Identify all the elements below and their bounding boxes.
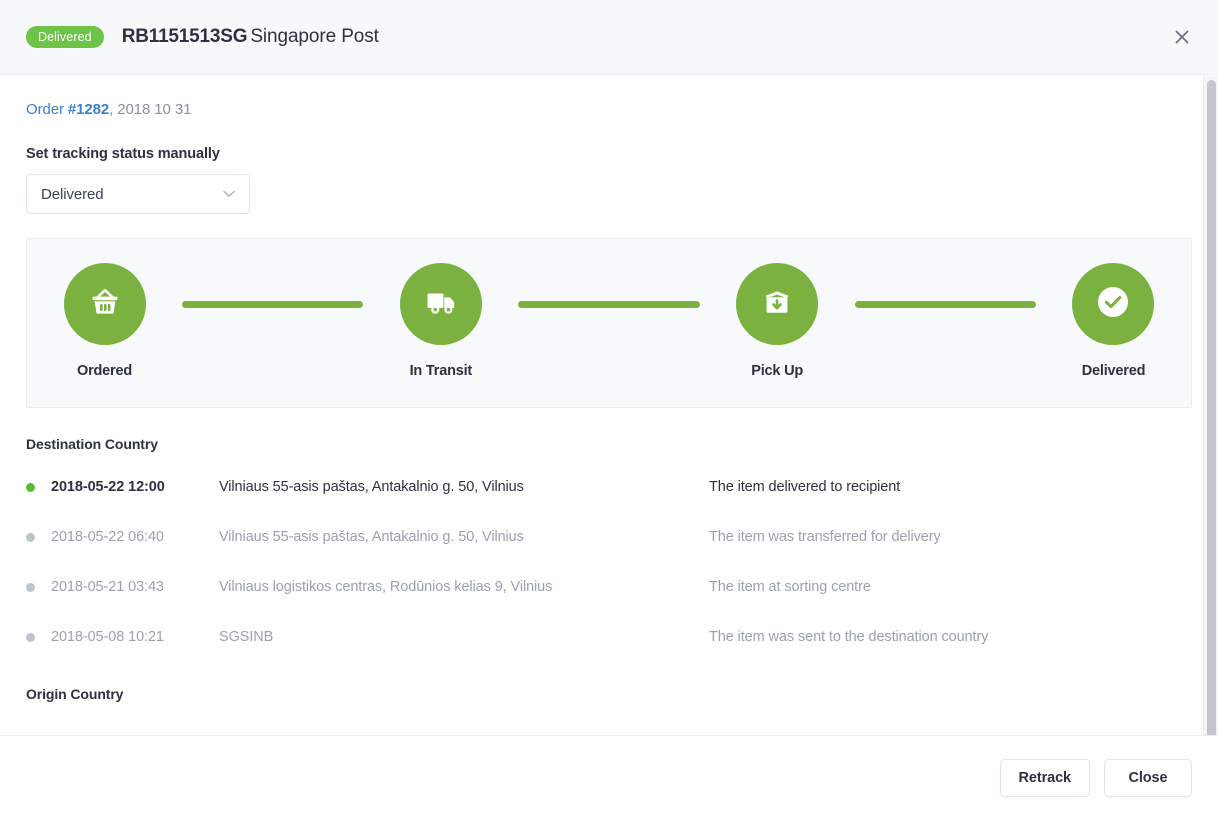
tracking-number: RB1151513SG (121, 26, 248, 47)
event-place: SGSINB (219, 629, 274, 645)
progress-step-delivered: Delivered (1036, 263, 1191, 379)
tracking-status-value: Delivered (41, 185, 104, 203)
progress-connector-2 (518, 301, 700, 308)
event-description: The item delivered to recipient (709, 479, 901, 495)
destination-events-list: 2018-05-22 12:00 Vilniaus 55-asis paštas… (26, 462, 1192, 662)
event-time: 2018-05-22 12:00 (51, 479, 165, 495)
modal-header: Delivered RB1151513SG Singapore Post (0, 0, 1218, 75)
vertical-scrollbar[interactable] (1203, 76, 1218, 740)
progress-step-delivered-circle (1072, 263, 1155, 345)
event-description: The item was transferred for delivery (709, 529, 941, 545)
table-row: 2018-05-08 10:21 SGSINB The item was sen… (26, 612, 1192, 662)
progress-connector-3 (854, 301, 1036, 308)
event-status-dot (26, 532, 35, 542)
check-circle-icon (1092, 281, 1134, 328)
status-field-label: Set tracking status manually (26, 146, 220, 162)
order-link[interactable]: Order #1282 (26, 101, 109, 118)
progress-step-pick-up: Pick Up (700, 263, 855, 379)
close-icon[interactable] (1168, 23, 1196, 51)
origin-country-title: Origin Country (26, 686, 124, 702)
progress-connector-1 (182, 301, 364, 308)
modal-body: Order #1282, 2018 10 31 Set tracking sta… (0, 75, 1218, 735)
event-time: 2018-05-22 06:40 (51, 529, 164, 545)
event-description: The item at sorting centre (709, 579, 871, 595)
modal-footer: Retrack Close (0, 735, 1218, 819)
vertical-scrollbar-thumb[interactable] (1207, 80, 1216, 740)
progress-step-in-transit-circle (399, 263, 482, 345)
carrier-name: Singapore Post (250, 26, 379, 47)
event-status-dot (26, 582, 35, 592)
page-title: RB1151513SG Singapore Post (122, 26, 379, 48)
event-place: Vilniaus 55-asis paštas, Antakalnio g. 5… (219, 529, 524, 545)
event-time: 2018-05-08 10:21 (51, 629, 164, 645)
progress-step-pick-up-circle (736, 263, 819, 345)
chevron-down-icon (222, 187, 236, 201)
order-date: , 2018 10 31 (109, 101, 192, 118)
table-row: 2018-05-22 06:40 Vilniaus 55-asis paštas… (26, 512, 1192, 562)
event-place: Vilniaus logistikos centras, Rodūnios ke… (219, 579, 553, 595)
event-status-dot (26, 482, 35, 492)
order-number: #1282 (67, 101, 110, 118)
progress-step-in-transit: In Transit (363, 263, 518, 379)
table-row: 2018-05-21 03:43 Vilniaus logistikos cen… (26, 562, 1192, 612)
progress-step-ordered-label: Ordered (76, 363, 132, 379)
tracking-details-modal: Delivered RB1151513SG Singapore Post Orde… (0, 0, 1218, 819)
close-button[interactable]: Close (1104, 758, 1192, 797)
delivery-truck-icon (421, 282, 461, 327)
progress-step-in-transit-label: In Transit (409, 363, 473, 379)
order-line: Order #1282, 2018 10 31 (26, 101, 1192, 118)
destination-country-title: Destination Country (26, 436, 158, 452)
retrack-button[interactable]: Retrack (999, 758, 1090, 797)
progress-step-pick-up-label: Pick Up (751, 363, 804, 379)
progress-step-ordered-circle (63, 263, 146, 345)
event-time: 2018-05-21 03:43 (51, 579, 164, 595)
event-place: Vilniaus 55-asis paštas, Antakalnio g. 5… (219, 479, 524, 495)
event-description: The item was sent to the destination cou… (709, 629, 989, 645)
box-download-icon (757, 282, 797, 327)
order-link-prefix: Order (26, 101, 68, 118)
tracking-progress-panel: Ordered In Transit Pick Up Delivered (26, 238, 1192, 408)
progress-step-delivered-label: Delivered (1081, 363, 1146, 379)
event-status-dot (26, 632, 35, 642)
shopping-basket-icon (85, 282, 125, 327)
table-row: 2018-05-22 12:00 Vilniaus 55-asis paštas… (26, 462, 1192, 512)
tracking-progress-steps: Ordered In Transit Pick Up Delivered (27, 263, 1191, 379)
tracking-status-select[interactable]: Delivered (26, 174, 250, 214)
status-badge: Delivered (26, 26, 104, 48)
progress-step-ordered: Ordered (27, 263, 182, 379)
